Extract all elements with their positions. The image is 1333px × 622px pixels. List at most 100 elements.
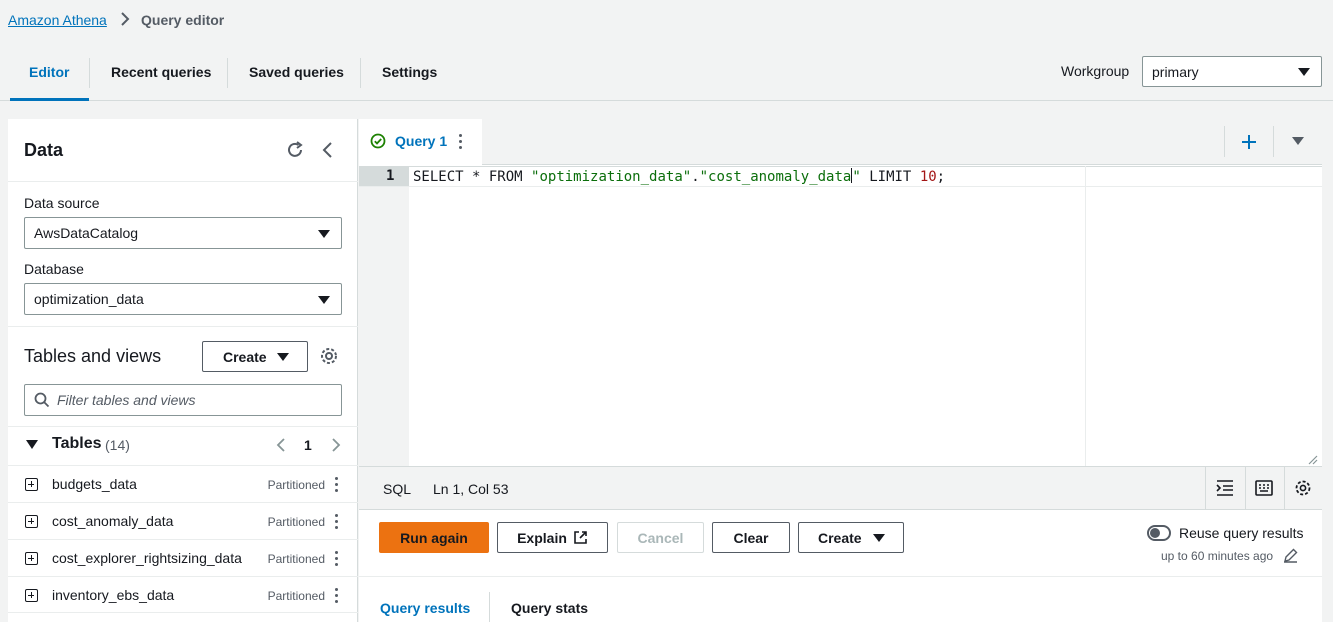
chevron-left-icon[interactable] [274,436,288,457]
format-query-icon[interactable] [1215,479,1235,500]
tables-heading[interactable]: Tables [52,435,102,453]
pencil-edit-icon[interactable] [1283,548,1298,566]
create-button[interactable]: Create [798,522,904,553]
breadcrumb-amazon-athena[interactable]: Amazon Athena [8,12,107,28]
tab-divider [360,58,361,88]
chevron-right-icon[interactable] [329,436,343,457]
explain-label: Explain [517,529,567,546]
table-name: budgets_data [52,476,137,492]
chevron-right-icon [118,9,132,32]
query-tab-label: Query 1 [395,133,448,149]
editor-settings-gear-icon[interactable] [1294,479,1312,500]
sql-identifier: "optimization_data" [531,169,692,185]
refresh-icon[interactable] [285,140,305,163]
success-check-icon [370,133,386,152]
table-row[interactable]: cost_anomaly_data Partitioned [8,502,358,539]
expand-icon[interactable] [25,552,38,565]
expand-icon[interactable] [25,478,38,491]
workgroup-select[interactable]: primary [1142,56,1322,87]
more-actions-icon[interactable] [335,588,339,606]
reuse-results-label: Reuse query results [1179,525,1304,541]
data-source-value: AwsDataCatalog [34,225,139,241]
filter-tables-input[interactable]: Filter tables and views [24,384,342,416]
active-line-gutter [359,167,409,186]
sql-keyword: LIMIT [869,169,912,185]
cancel-button[interactable]: Cancel [617,522,704,553]
line-gutter [359,166,409,466]
caret-down-icon [318,230,330,238]
sql-keyword: SELECT [413,169,464,185]
data-source-label: Data source [24,195,100,211]
status-cursor-position: Ln 1, Col 53 [433,481,509,497]
tab-settings[interactable]: Settings [382,64,437,80]
more-actions-icon[interactable] [335,514,339,532]
tables-views-title: Tables and views [24,346,162,366]
tab-divider [489,592,490,622]
status-language: SQL [383,481,412,497]
caret-down-icon [1298,68,1310,76]
partitioned-badge: Partitioned [267,589,325,603]
cancel-label: Cancel [637,529,684,546]
divider [1245,467,1246,509]
divider [8,426,358,427]
tab-query-stats[interactable]: Query stats [511,600,588,616]
workgroup-label: Workgroup [1061,63,1130,79]
run-again-button[interactable]: Run again [379,522,489,553]
divider [1205,467,1206,509]
tab-query-results[interactable]: Query results [380,600,470,616]
query-tab[interactable]: Query 1 [359,119,482,166]
partitioned-badge: Partitioned [267,478,325,492]
filter-placeholder: Filter tables and views [57,392,196,408]
gear-icon[interactable] [319,346,339,369]
reuse-results-sub: up to 60 minutes ago [1161,549,1274,563]
table-row[interactable]: inventory_ebs_data Partitioned [8,576,358,613]
line-number: 1 [386,168,395,184]
database-label: Database [24,261,84,277]
sql-editor[interactable]: SELECT * FROM "optimization_data"."cost_… [413,168,945,185]
expand-icon[interactable] [25,515,38,528]
data-source-select[interactable]: AwsDataCatalog [24,217,342,249]
table-name: cost_anomaly_data [52,513,174,529]
reuse-results-toggle[interactable] [1147,525,1171,541]
tab-editor[interactable]: Editor [29,64,69,80]
run-again-label: Run again [400,529,468,546]
expand-icon[interactable] [25,589,38,602]
keyboard-shortcuts-icon[interactable] [1255,480,1273,499]
tab-divider [227,58,228,88]
explain-button[interactable]: Explain [497,522,608,553]
sql-keyword: FROM [488,169,523,185]
caret-down-icon [277,353,289,361]
partitioned-badge: Partitioned [267,515,325,529]
clear-button[interactable]: Clear [712,522,790,553]
divider [8,612,358,613]
more-actions-icon[interactable] [335,477,339,495]
sql-number: 10 [919,169,937,185]
caret-down-icon[interactable] [26,440,38,449]
more-actions-icon[interactable] [335,551,339,569]
tab-recent-queries[interactable]: Recent queries [111,64,211,80]
sql-token: * [463,169,489,185]
search-icon [34,392,50,411]
tabs-dropdown-icon[interactable] [1292,137,1304,145]
add-query-icon[interactable] [1240,133,1258,154]
data-panel-title: Data [24,140,64,160]
caret-down-icon [873,534,885,542]
create-table-button[interactable]: Create [202,341,308,372]
table-name: cost_explorer_rightsizing_data [52,550,242,566]
collapse-panel-icon[interactable] [320,140,336,163]
tab-saved-queries[interactable]: Saved queries [249,64,344,80]
table-row[interactable]: budgets_data Partitioned [8,465,358,502]
external-link-icon [573,530,588,545]
page-number[interactable]: 1 [304,437,312,453]
divider [1224,126,1225,157]
table-row[interactable]: cost_explorer_rightsizing_data Partition… [8,539,358,576]
clear-label: Clear [733,529,769,546]
caret-down-icon [318,296,330,304]
query-tab-menu-icon[interactable] [459,134,463,152]
database-select[interactable]: optimization_data [24,283,342,315]
database-value: optimization_data [34,291,144,307]
create-label: Create [223,348,267,365]
